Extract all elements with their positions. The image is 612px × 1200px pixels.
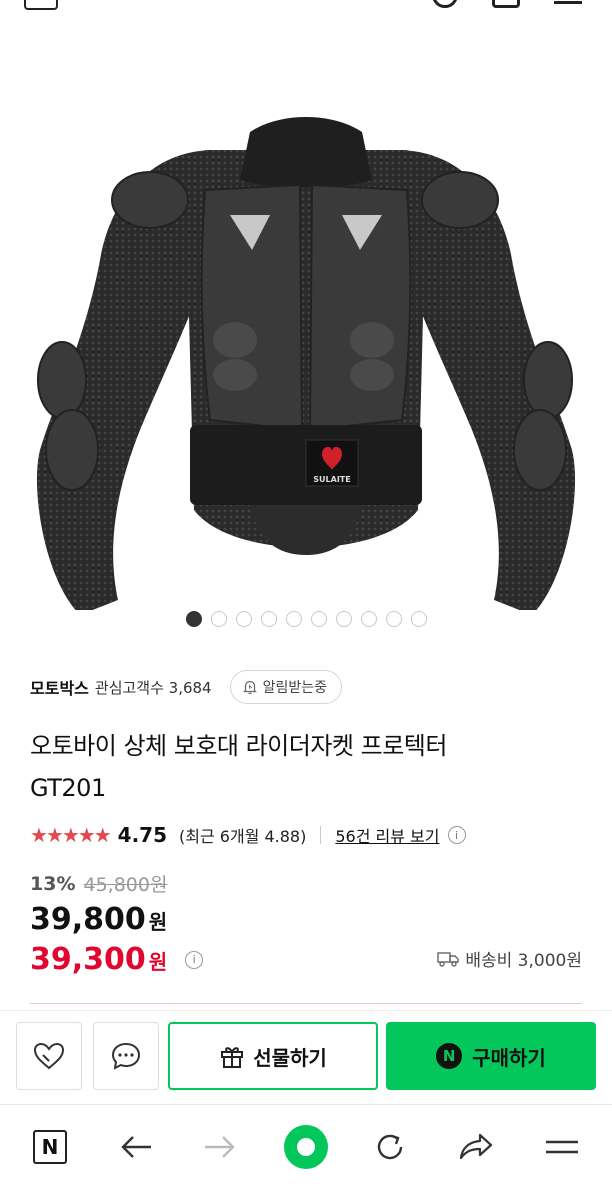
sale-price: 39,800 <box>30 902 146 937</box>
brand-logo-text: SULAITE <box>313 475 350 484</box>
menu-icon[interactable] <box>24 0 58 10</box>
buy-label: 구매하기 <box>472 1045 546 1070</box>
discount-row: 13% 45,800원 <box>30 870 167 897</box>
refresh-icon <box>377 1134 403 1160</box>
alarm-label: 알림받는중 <box>262 680 328 696</box>
purchase-action-bar: 선물하기 N 구매하기 <box>0 1010 612 1100</box>
review-link[interactable]: 56건 리뷰 보기 <box>335 823 439 847</box>
hamburger-icon <box>546 1140 578 1154</box>
product-title-line2: GT201 <box>30 774 106 802</box>
top-header <box>0 0 612 14</box>
currency-label: 원 <box>148 910 168 934</box>
wishlist-button[interactable] <box>16 1022 82 1090</box>
bell-icon <box>242 680 257 695</box>
pager-dot[interactable] <box>261 611 277 627</box>
store-name[interactable]: 모토박스 <box>30 675 89 699</box>
discount-rate: 13% <box>30 872 76 895</box>
pager-dot[interactable] <box>411 611 427 627</box>
browser-toolbar: N <box>0 1104 612 1200</box>
pager-dot[interactable] <box>311 611 327 627</box>
benefit-price-row: 39,300 원 i <box>30 942 204 977</box>
green-dot-icon <box>284 1125 328 1169</box>
info-icon[interactable]: i <box>447 826 466 844</box>
product-title-line1: 오토바이 상체 보호대 라이더자켓 프로텍터 <box>30 732 447 760</box>
cart-icon[interactable] <box>492 0 520 8</box>
pager-dot[interactable] <box>386 611 402 627</box>
buy-button[interactable]: N 구매하기 <box>386 1022 596 1090</box>
green-dot-button[interactable] <box>284 1125 328 1169</box>
refresh-button[interactable] <box>368 1125 412 1169</box>
pager-dot[interactable] <box>186 611 202 627</box>
menu-button[interactable] <box>540 1125 584 1169</box>
naver-home-button[interactable]: N <box>28 1125 72 1169</box>
talk-button[interactable] <box>93 1022 159 1090</box>
benefit-info-icon[interactable]: i <box>185 950 204 969</box>
pager-dot[interactable] <box>361 611 377 627</box>
naver-pay-icon: N <box>436 1043 463 1069</box>
gift-icon <box>221 1047 244 1068</box>
more-icon[interactable] <box>554 0 582 4</box>
divider <box>320 826 322 844</box>
share-button[interactable] <box>454 1125 498 1169</box>
shipping-fee: 배송비 3,000원 <box>465 951 582 971</box>
product-image[interactable]: SULAITE <box>0 40 612 610</box>
rating-recent: (최근 6개월 4.88) <box>179 827 307 846</box>
original-price: 45,800원 <box>83 874 168 896</box>
pager-dot[interactable] <box>236 611 252 627</box>
back-button[interactable] <box>114 1125 158 1169</box>
search-icon[interactable] <box>432 0 458 8</box>
pager-dot[interactable] <box>336 611 352 627</box>
rating-row: ★★★★★ 4.75 (최근 6개월 4.88) 56건 리뷰 보기 i <box>30 820 466 850</box>
gift-label: 선물하기 <box>253 1045 327 1070</box>
pager-dot[interactable] <box>286 611 302 627</box>
arrow-right-icon <box>205 1136 235 1158</box>
pager-dot[interactable] <box>211 611 227 627</box>
forward-button[interactable] <box>198 1125 242 1169</box>
benefit-currency-label: 원 <box>148 950 168 974</box>
watchers-count: 관심고객수 3,684 <box>94 678 212 697</box>
alarm-button[interactable]: 알림받는중 <box>229 670 343 704</box>
naver-home-icon: N <box>33 1130 67 1164</box>
section-divider <box>30 1003 582 1004</box>
rating-score: 4.75 <box>117 823 168 847</box>
image-pager <box>186 611 427 627</box>
sale-price-row: 39,800 원 <box>30 902 167 937</box>
share-icon <box>459 1133 493 1160</box>
heart-icon <box>33 1042 65 1070</box>
arrow-left-icon <box>121 1136 151 1158</box>
truck-icon <box>437 951 460 967</box>
gift-button[interactable]: 선물하기 <box>168 1022 378 1090</box>
store-info: 모토박스 관심고객수 3,684 알림받는중 <box>30 670 343 704</box>
shipping-info: 배송비 3,000원 <box>437 946 582 971</box>
product-title: 오토바이 상체 보호대 라이더자켓 프로텍터 GT201 <box>30 725 570 809</box>
benefit-price: 39,300 <box>30 942 146 977</box>
chat-icon <box>111 1042 141 1070</box>
rating-stars: ★★★★★ <box>30 823 112 847</box>
